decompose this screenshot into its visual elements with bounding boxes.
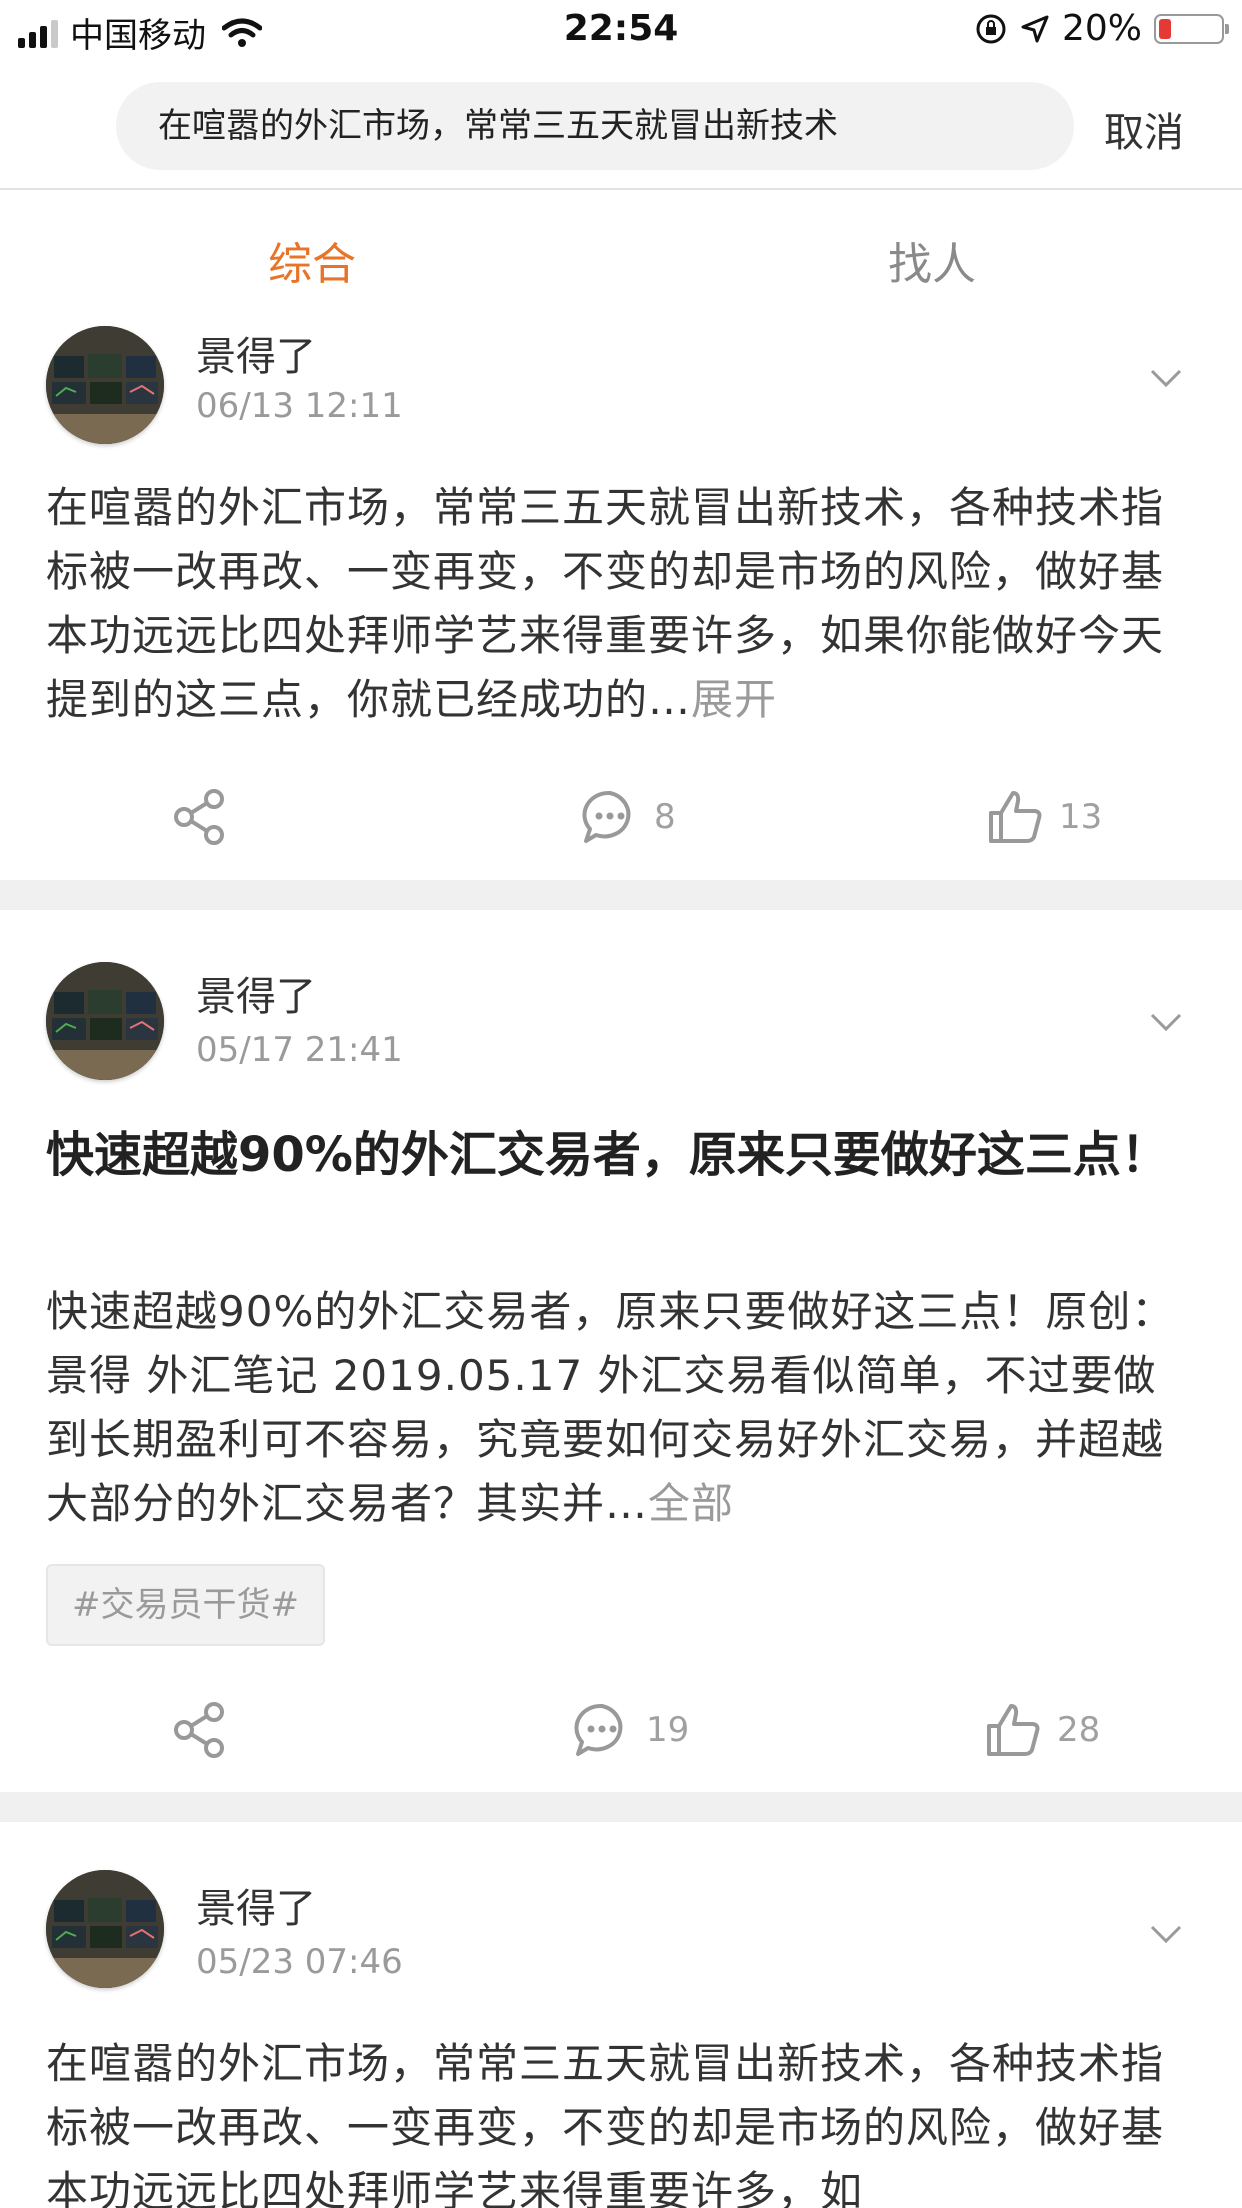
cancel-button[interactable]: 取消 (1104, 100, 1184, 158)
share-button[interactable] (170, 787, 230, 847)
comment-button[interactable]: 19 (572, 1700, 689, 1760)
topic-tag[interactable]: #交易员干货# (46, 1564, 325, 1646)
post-card: 景得了 05/23 07:46 在喧嚣的外汇市场，常常三五天就冒出新技术，各种技… (0, 1822, 1242, 2208)
avatar[interactable] (46, 326, 164, 444)
battery-icon (1154, 13, 1229, 44)
post-card: 景得了 06/13 12:11 在喧嚣的外汇市场，常常三五天就冒出新技术，各种技… (0, 320, 1242, 880)
post-date: 05/17 21:41 (196, 1030, 403, 1070)
tab-people[interactable]: 找人 (888, 228, 976, 292)
comment-count: 19 (646, 1710, 690, 1750)
tab-bar: 综合 找人 (0, 190, 1242, 320)
comment-count: 8 (654, 797, 676, 837)
rotation-lock-icon (976, 14, 1006, 43)
view-all-link[interactable]: 全部 (648, 1479, 734, 1528)
post-actions: 19 28 (0, 1680, 1242, 1790)
author-name[interactable]: 景得了 (196, 324, 316, 382)
author-name[interactable]: 景得了 (196, 964, 316, 1022)
post-body: 在喧嚣的外汇市场，常常三五天就冒出新技术，各种技术指标被一改再改、一变再变，不变… (46, 483, 1165, 724)
thumbs-up-icon (989, 791, 1042, 843)
share-icon (174, 789, 224, 845)
chevron-down-icon[interactable] (1146, 1914, 1186, 1954)
location-icon (1021, 15, 1049, 42)
post-card: 景得了 05/17 21:41 快速超越90%的外汇交易者，原来只要做好这三点！… (0, 910, 1242, 1790)
share-icon (174, 1702, 224, 1758)
comment-button[interactable]: 8 (580, 787, 676, 847)
search-input[interactable]: 在喧嚣的外汇市场，常常三五天就冒出新技术 (116, 82, 1074, 170)
tab-comprehensive[interactable]: 综合 (268, 228, 356, 292)
chevron-down-icon[interactable] (1146, 358, 1186, 398)
battery-percent: 20% (1061, 8, 1142, 49)
post-date: 05/23 07:46 (196, 1942, 403, 1982)
status-bar: 中国移动 22:54 20% (0, 0, 1242, 62)
comment-icon (574, 1703, 623, 1756)
share-button[interactable] (170, 1700, 230, 1760)
divider (0, 1792, 1242, 1822)
post-title[interactable]: 快速超越90%的外汇交易者，原来只要做好这三点！ (46, 1120, 1196, 1190)
avatar[interactable] (46, 962, 164, 1080)
post-text[interactable]: 在喧嚣的外汇市场，常常三五天就冒出新技术，各种技术指标被一改再改、一变再变，不变… (46, 476, 1196, 732)
comment-icon (582, 790, 631, 843)
post-text[interactable]: 快速超越90%的外汇交易者，原来只要做好这三点！原创： 景得 外汇笔记 2019… (46, 1280, 1196, 1536)
author-name[interactable]: 景得了 (196, 1876, 316, 1934)
like-count: 28 (1057, 1710, 1101, 1750)
post-actions: 8 13 (0, 765, 1242, 875)
like-count: 13 (1059, 797, 1103, 837)
post-text[interactable]: 在喧嚣的外汇市场，常常三五天就冒出新技术，各种技术指标被一改再改、一变再变，不变… (46, 2032, 1196, 2208)
chevron-down-icon[interactable] (1146, 1002, 1186, 1042)
divider (0, 880, 1242, 910)
search-bar-row: 在喧嚣的外汇市场，常常三五天就冒出新技术 取消 (0, 62, 1242, 190)
post-body: 快速超越90%的外汇交易者，原来只要做好这三点！原创： 景得 外汇笔记 2019… (46, 1287, 1175, 1528)
like-button[interactable]: 13 (985, 787, 1102, 847)
avatar[interactable] (46, 1870, 164, 1988)
post-body: 在喧嚣的外汇市场，常常三五天就冒出新技术，各种技术指标被一改再改、一变再变，不变… (46, 2039, 1165, 2208)
thumbs-up-icon (987, 1704, 1040, 1756)
expand-link[interactable]: 展开 (691, 675, 777, 724)
post-date: 06/13 12:11 (196, 386, 403, 426)
like-button[interactable]: 28 (983, 1700, 1100, 1760)
